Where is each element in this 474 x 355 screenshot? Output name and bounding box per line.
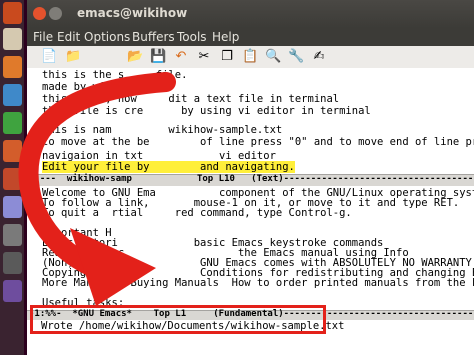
dired-icon[interactable]: 📂 xyxy=(127,49,143,65)
window-title: emacs@wikihow xyxy=(77,6,188,20)
buffer-line: this is nam wikihow-sample.txt xyxy=(42,124,283,136)
copy-icon[interactable]: ❐ xyxy=(219,49,235,65)
software-center-icon[interactable] xyxy=(3,168,22,190)
emacs-icon[interactable] xyxy=(3,280,22,302)
editor-buffer-bottom[interactable]: Welcome to GNU Ema component of the GNU/… xyxy=(27,186,474,310)
buffer-line: this shows, how dit a text file in termi… xyxy=(42,93,340,105)
buffer-line: to move at the be of line press "0" and … xyxy=(42,136,474,148)
highlighted-line: Edit your file by and navigating. xyxy=(42,161,295,173)
office-calc-icon[interactable] xyxy=(3,112,22,134)
help-icon[interactable]: ✍ xyxy=(311,49,327,65)
menu-buffers[interactable]: Buffers xyxy=(132,30,175,44)
minimize-button[interactable] xyxy=(49,7,62,20)
menu-bar: File Edit Options Buffers Tools Help xyxy=(27,28,474,46)
settings-icon[interactable] xyxy=(3,224,22,246)
close-button[interactable] xyxy=(33,7,46,20)
menu-edit[interactable]: Edit xyxy=(57,30,80,44)
office-impress-icon[interactable] xyxy=(3,140,22,162)
save-icon[interactable]: 💾 xyxy=(150,49,166,65)
menu-tools[interactable]: Tools xyxy=(177,30,207,44)
help-icon[interactable] xyxy=(3,196,22,218)
terminal-icon[interactable] xyxy=(3,252,22,274)
menu-file[interactable]: File xyxy=(33,30,53,44)
launcher-dock xyxy=(0,0,24,355)
modeline-top-text: -:--- wikihow-samp Top L10 (Text)-------… xyxy=(29,174,474,184)
link-more-manuals[interactable]: More Manuals Buying Manuals How to order… xyxy=(42,277,474,289)
cut-icon[interactable]: ✂ xyxy=(196,49,212,65)
browser-icon[interactable] xyxy=(3,56,22,78)
emacs-window: emacs@wikihow File Edit Options Buffers … xyxy=(27,0,474,355)
buffer-line: this is the s file. xyxy=(42,69,188,81)
menu-help[interactable]: Help xyxy=(212,30,239,44)
files-icon[interactable] xyxy=(3,28,22,50)
toolbar: 📄 📁 📂 💾 ↶ ✂ ❐ 📋 🔍 🔧 ✍ xyxy=(27,46,474,69)
buffer-line: this file is cre by using vi editor in t… xyxy=(42,105,371,117)
menu-options[interactable]: Options xyxy=(84,30,130,44)
office-writer-icon[interactable] xyxy=(3,84,22,106)
paste-icon[interactable]: 📋 xyxy=(242,49,258,65)
editor-buffer-top[interactable]: this is the s file. made by wikiho this … xyxy=(27,68,474,174)
preferences-icon[interactable]: 🔧 xyxy=(288,49,304,65)
new-file-icon[interactable]: 📄 xyxy=(41,49,57,65)
search-icon[interactable]: 🔍 xyxy=(265,49,281,65)
buffer-line: To quit a rtial red command, type Contro… xyxy=(42,207,352,219)
title-bar: emacs@wikihow xyxy=(27,0,474,28)
dash-icon[interactable] xyxy=(3,2,22,24)
open-file-icon[interactable]: 📁 xyxy=(65,49,81,65)
undo-icon[interactable]: ↶ xyxy=(173,49,189,65)
buffer-line: made by wikiho xyxy=(42,81,131,93)
annotation-highlight-box xyxy=(30,305,326,334)
